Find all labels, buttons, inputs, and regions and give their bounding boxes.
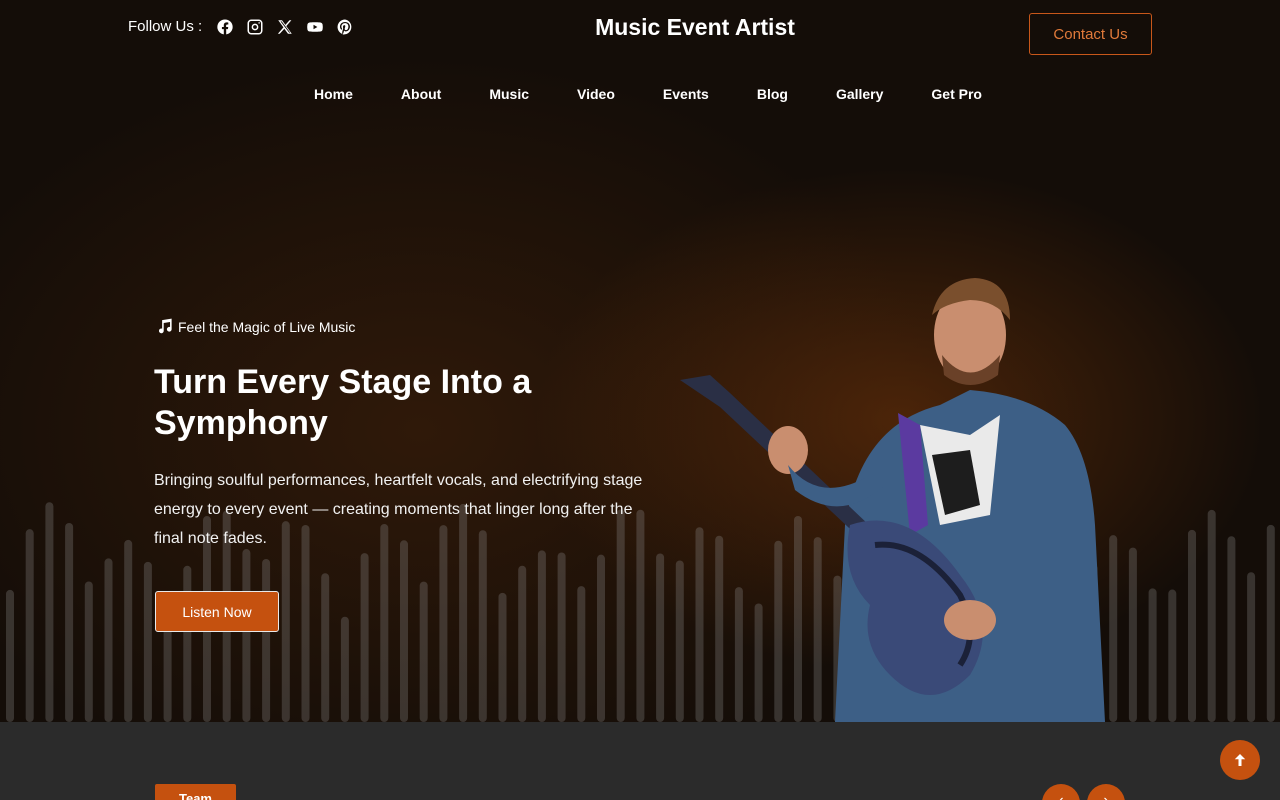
equalizer-bar — [1128, 547, 1137, 722]
team-badge: Team — [155, 784, 236, 800]
scroll-to-top-button[interactable] — [1220, 740, 1260, 780]
contact-us-button[interactable]: Contact Us — [1029, 13, 1152, 55]
equalizer-bar — [1266, 524, 1275, 722]
artist-guitar-image — [680, 278, 1105, 722]
arrow-up-icon — [1234, 754, 1246, 766]
listen-now-button[interactable]: Listen Now — [155, 591, 279, 632]
hero-headline: Turn Every Stage Into a Symphony — [154, 363, 532, 442]
hero-description: Bringing soulful performances, heartfelt… — [154, 472, 643, 547]
top-bar: Follow Us : Music Event Artist Contact U… — [0, 0, 1280, 60]
equalizer-bar — [380, 523, 389, 722]
hero-tagline: Feel the Magic of Live Music — [155, 317, 355, 336]
nav-video[interactable]: Video — [577, 86, 615, 102]
nav-home[interactable]: Home — [314, 86, 353, 102]
equalizer-bar — [1227, 536, 1236, 722]
equalizer-bar — [478, 530, 487, 722]
equalizer-bar — [262, 558, 271, 722]
equalizer-bar — [597, 554, 605, 722]
music-note-icon — [158, 318, 172, 334]
equalizer-bar — [65, 522, 74, 722]
equalizer-bar — [6, 589, 14, 722]
equalizer-bar — [104, 558, 113, 722]
equalizer-bar — [419, 581, 428, 722]
nav-gallery[interactable]: Gallery — [836, 86, 883, 102]
chevron-right-icon: › — [1103, 792, 1108, 800]
equalizer-bar — [537, 550, 546, 722]
equalizer-bar — [656, 553, 665, 722]
equalizer-bar — [1247, 572, 1256, 722]
equalizer-bar — [1168, 589, 1177, 722]
nav-music[interactable]: Music — [489, 86, 529, 102]
equalizer-bar — [124, 539, 133, 722]
equalizer-bar — [439, 525, 448, 722]
equalizer-bar — [498, 592, 507, 722]
equalizer-bar — [1188, 529, 1196, 722]
equalizer-bar — [360, 553, 369, 722]
equalizer-bar — [301, 524, 310, 722]
equalizer-bar — [400, 540, 408, 722]
main-nav: Home About Music Video Events Blog Galle… — [314, 86, 982, 102]
nav-blog[interactable]: Blog — [757, 86, 788, 102]
hero-section: Follow Us : Music Event Artist Contact U… — [0, 0, 1280, 722]
equalizer-bar — [1148, 588, 1157, 722]
equalizer-bar — [1207, 509, 1216, 722]
nav-get-pro[interactable]: Get Pro — [931, 86, 982, 102]
equalizer-bar — [577, 586, 586, 722]
equalizer-bar — [340, 616, 349, 722]
equalizer-bar — [321, 573, 330, 722]
equalizer-bar — [242, 549, 251, 722]
equalizer-bar — [143, 561, 152, 722]
nav-events[interactable]: Events — [663, 86, 709, 102]
chevron-left-icon: ‹ — [1058, 792, 1063, 800]
equalizer-bar — [45, 502, 54, 722]
equalizer-bar — [25, 529, 34, 722]
equalizer-bar — [84, 581, 93, 722]
equalizer-bar — [518, 565, 527, 722]
nav-about[interactable]: About — [401, 86, 441, 102]
equalizer-bar — [557, 552, 566, 722]
equalizer-bar — [183, 565, 192, 722]
tagline-text: Feel the Magic of Live Music — [178, 318, 356, 335]
